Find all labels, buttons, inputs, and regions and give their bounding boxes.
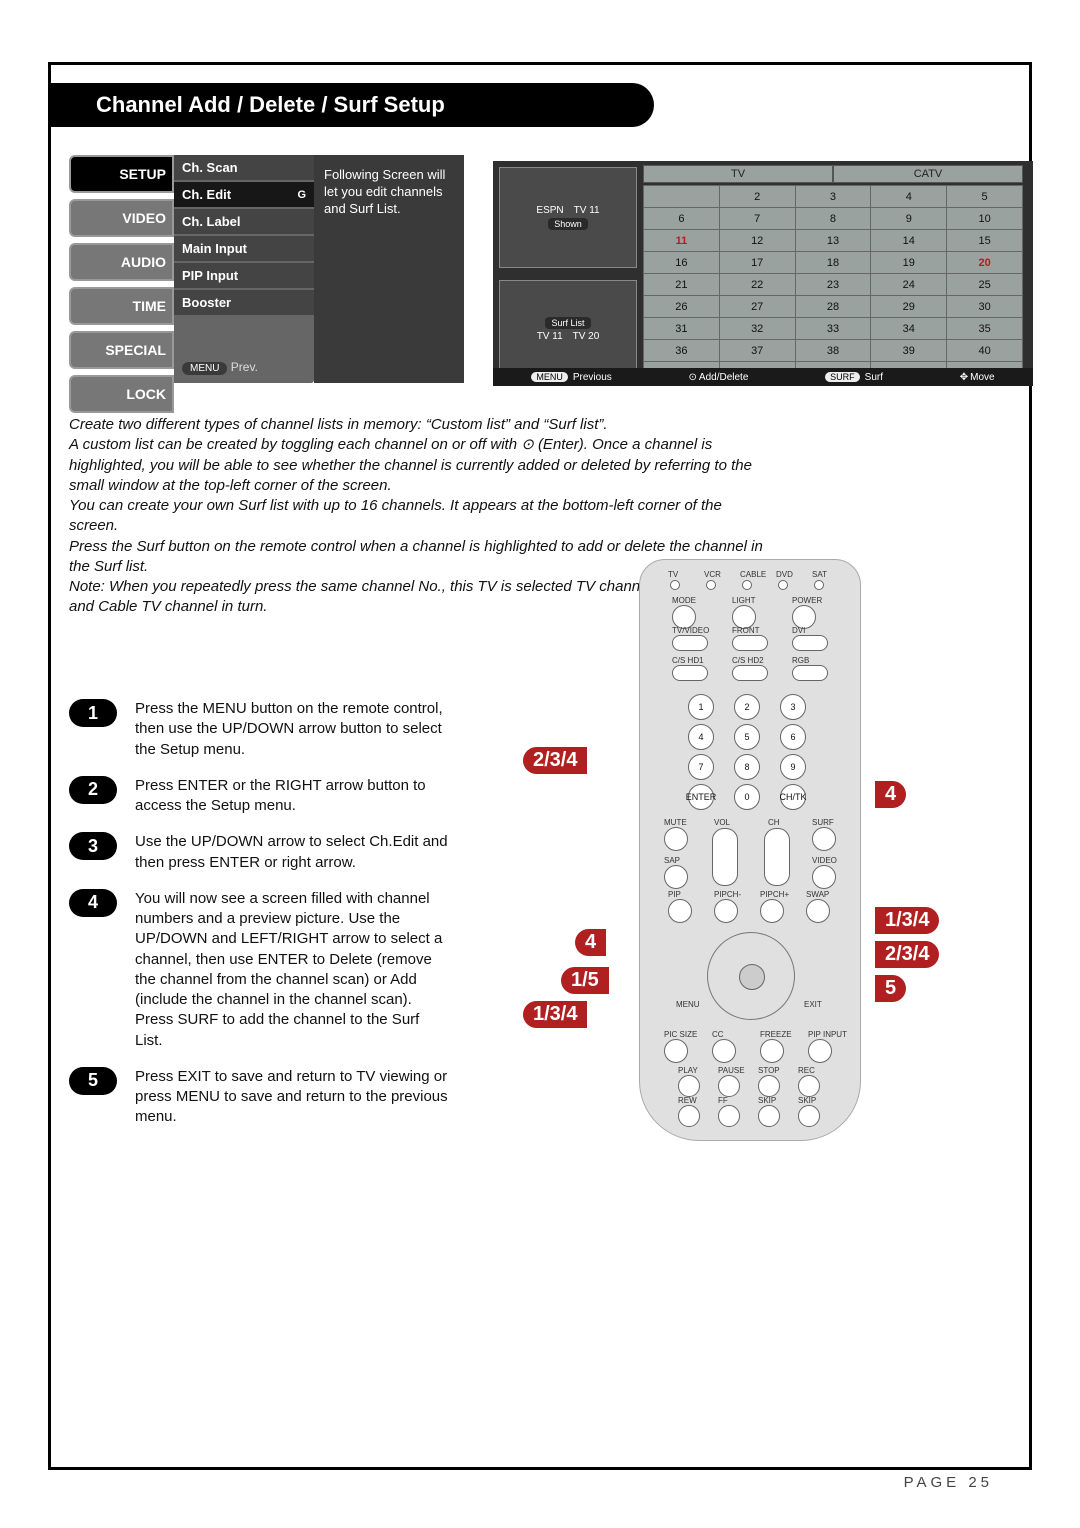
- channel-cell: 18: [795, 252, 871, 274]
- steps: 1 Press the MENU button on the remote con…: [69, 699, 449, 1144]
- step-text: Press the MENU button on the remote cont…: [135, 699, 449, 760]
- subitem-chscan: Ch. Scan: [174, 155, 314, 180]
- callout-menu: 1/5: [561, 967, 609, 994]
- channel-cell: 4: [871, 186, 947, 208]
- tab-time: TIME: [69, 287, 174, 325]
- numpad-4: 4: [688, 724, 714, 750]
- step-num: 4: [69, 889, 117, 917]
- channel-grid-screen: ESPNTV 11 Shown Surf List TV 11TV 20 TVC…: [493, 161, 1033, 386]
- numpad-9: 9: [780, 754, 806, 780]
- help-box: Following Screen will let you edit chann…: [314, 155, 464, 383]
- dpad: [707, 932, 795, 1020]
- channel-cell: 10: [947, 208, 1023, 230]
- channel-cell: 40: [947, 340, 1023, 362]
- numpad-ENTER: ENTER: [688, 784, 714, 810]
- channel-cell: 29: [871, 296, 947, 318]
- numpad-7: 7: [688, 754, 714, 780]
- channel-cell: 14: [871, 230, 947, 252]
- step-num: 3: [69, 832, 117, 860]
- callout-surf: 4: [875, 781, 906, 808]
- step-text: Use the UP/DOWN arrow to select Ch.Edit …: [135, 832, 449, 873]
- tab-audio: AUDIO: [69, 243, 174, 281]
- channel-cell: 5: [947, 186, 1023, 208]
- callout-right: 2/3/4: [875, 941, 939, 968]
- channel-cell: 38: [795, 340, 871, 362]
- channel-cell: 23: [795, 274, 871, 296]
- channel-cell: 20: [947, 252, 1023, 274]
- channel-cell: 32: [719, 318, 795, 340]
- channel-cell: 19: [871, 252, 947, 274]
- channel-cell: 28: [795, 296, 871, 318]
- subitem-chedit: Ch. EditG: [174, 182, 314, 207]
- channel-cell: 27: [719, 296, 795, 318]
- channel-cell: 39: [871, 340, 947, 362]
- tab-lock: LOCK: [69, 375, 174, 413]
- channel-cell: 34: [871, 318, 947, 340]
- channel-cell: 7: [719, 208, 795, 230]
- channel-cell: 16: [644, 252, 720, 274]
- tab-setup: SETUP: [69, 155, 174, 193]
- tab-video: VIDEO: [69, 199, 174, 237]
- callout-play: 1/3/4: [523, 1001, 587, 1028]
- channel-cell: 33: [795, 318, 871, 340]
- grid-headers: TVCATV: [643, 165, 1023, 183]
- callout-exit: 5: [875, 975, 906, 1002]
- channel-cell: 6: [644, 208, 720, 230]
- numpad-3: 3: [780, 694, 806, 720]
- numpad-0: 0: [734, 784, 760, 810]
- channel-cell: 31: [644, 318, 720, 340]
- step-num: 2: [69, 776, 117, 804]
- subitem-pipinput: PIP Input: [174, 263, 314, 288]
- channel-cell: 30: [947, 296, 1023, 318]
- channel-cell: 21: [644, 274, 720, 296]
- remote-control: TVVCRCABLEDVDSATMODELIGHTPOWERTV/VIDEOFR…: [639, 559, 861, 1141]
- channel-cell: 12: [719, 230, 795, 252]
- channel-cell: 22: [719, 274, 795, 296]
- step-text: Press EXIT to save and return to TV view…: [135, 1067, 449, 1128]
- dpad-center: [739, 964, 765, 990]
- subitem-booster: Booster: [174, 290, 314, 315]
- numpad-5: 5: [734, 724, 760, 750]
- channel-cell: [644, 186, 720, 208]
- numpad-2: 2: [734, 694, 760, 720]
- channel-cell: 36: [644, 340, 720, 362]
- submenu: Ch. Scan Ch. EditG Ch. Label Main Input …: [174, 155, 314, 383]
- ch-rocker: [764, 828, 790, 886]
- channel-cell: 26: [644, 296, 720, 318]
- callout-dpad-left: 4: [575, 929, 606, 956]
- step-num: 5: [69, 1067, 117, 1095]
- step-text: Press ENTER or the RIGHT arrow button to…: [135, 776, 449, 817]
- numpad-6: 6: [780, 724, 806, 750]
- channel-cell: 2: [719, 186, 795, 208]
- channel-cell: 13: [795, 230, 871, 252]
- step-num: 1: [69, 699, 117, 727]
- surf-list-window: Surf List TV 11TV 20: [499, 280, 637, 381]
- preview-window: ESPNTV 11 Shown: [499, 167, 637, 268]
- channel-cell: 25: [947, 274, 1023, 296]
- subitem-maininput: Main Input: [174, 236, 314, 261]
- tab-special: SPECIAL: [69, 331, 174, 369]
- channel-cell: 9: [871, 208, 947, 230]
- numpad-8: 8: [734, 754, 760, 780]
- channel-cell: 17: [719, 252, 795, 274]
- channel-cell: 11: [644, 230, 720, 252]
- channel-cell: 37: [719, 340, 795, 362]
- channel-grid: 2345678910111213141516171819202122232425…: [643, 185, 1023, 384]
- numpad-CH/TK: CH/TK: [780, 784, 806, 810]
- step-text: You will now see a screen filled with ch…: [135, 889, 449, 1051]
- channel-cell: 24: [871, 274, 947, 296]
- channel-cell: 35: [947, 318, 1023, 340]
- prev-label: MENU Prev.: [182, 360, 258, 375]
- page-number: PAGE 25: [904, 1474, 993, 1491]
- callout-enter: 2/3/4: [523, 747, 587, 774]
- numpad-1: 1: [688, 694, 714, 720]
- channel-cell: 15: [947, 230, 1023, 252]
- channel-cell: 3: [795, 186, 871, 208]
- grid-footer: MENUPrevious ⊙ Add/Delete SURFSurf ✥ Mov…: [493, 368, 1033, 386]
- page-title: Channel Add / Delete / Surf Setup: [48, 83, 654, 127]
- vol-rocker: [712, 828, 738, 886]
- channel-cell: 8: [795, 208, 871, 230]
- callout-up: 1/3/4: [875, 907, 939, 934]
- subitem-chlabel: Ch. Label: [174, 209, 314, 234]
